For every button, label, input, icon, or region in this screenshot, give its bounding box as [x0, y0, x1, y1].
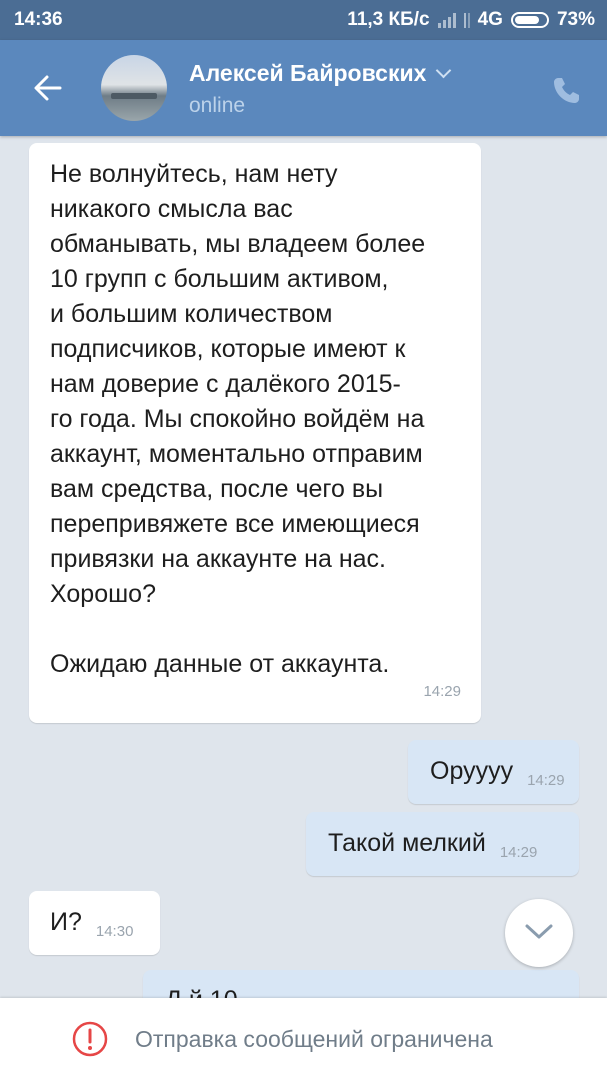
exclamation-circle-icon: [72, 1021, 108, 1057]
message-text: И?: [50, 908, 82, 936]
chevron-down-icon: [525, 924, 553, 939]
message-time: 14:29: [527, 772, 565, 789]
signal-2-icon: [463, 12, 470, 28]
battery-icon: [510, 12, 549, 28]
message-text: Оруууу: [430, 757, 514, 785]
contact-status: online: [189, 94, 246, 117]
message-text: Такой мелкий: [328, 829, 486, 857]
network-type: 4G: [477, 9, 503, 30]
message-outgoing[interactable]: Оруууу 14:29: [408, 740, 579, 804]
message-incoming[interactable]: Не волнуйтесь, нам нету никакого смысла …: [29, 143, 481, 723]
message-time: 14:30: [95, 923, 134, 940]
message-text: Не волнуйтесь, нам нету никакого смысла …: [50, 160, 426, 678]
signal-icon: [437, 12, 456, 28]
message-time: 14:29: [499, 844, 538, 861]
battery-level: 73%: [556, 9, 595, 30]
status-indicators: 11,3 КБ/с 4G 73%: [347, 9, 595, 31]
network-speed: 11,3 КБ/с: [347, 9, 430, 30]
scroll-down-button[interactable]: [505, 899, 573, 967]
contact-name[interactable]: Алексей Байровских: [189, 60, 452, 87]
chevron-down-icon: [436, 62, 452, 79]
restricted-notice: Отправка сообщений ограничена: [135, 1026, 493, 1052]
message-outgoing[interactable]: Такой мелкий 14:29: [306, 812, 579, 876]
status-bar: 14:36 11,3 КБ/с 4G 73%: [0, 0, 607, 40]
chat-header: Алексей Байровских online: [0, 40, 607, 136]
phone-icon[interactable]: [551, 74, 583, 106]
avatar[interactable]: [101, 55, 167, 121]
message-restricted-bar: Отправка сообщений ограничена: [0, 998, 607, 1080]
back-arrow-icon[interactable]: [32, 72, 64, 104]
status-time: 14:36: [14, 9, 63, 30]
message-time: 14:29: [423, 683, 461, 700]
contact-name-text: Алексей Байровских: [189, 60, 427, 86]
message-incoming[interactable]: И? 14:30: [29, 891, 160, 955]
